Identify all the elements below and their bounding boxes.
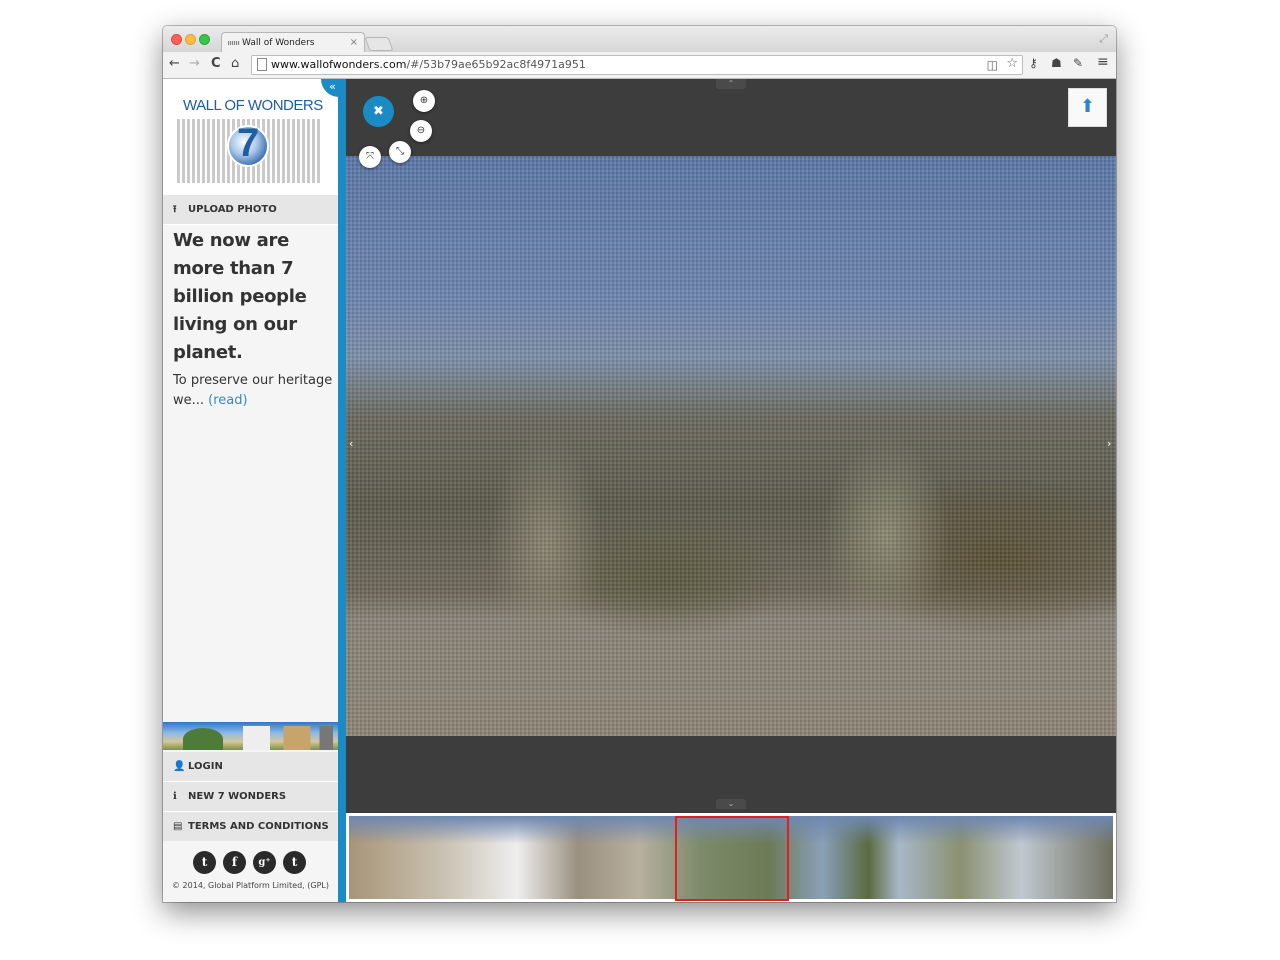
- document-icon: ▤: [173, 821, 183, 832]
- upload-photo-label: UPLOAD PHOTO: [188, 204, 277, 215]
- panorama-image[interactable]: [349, 816, 1113, 901]
- fit-screen-button[interactable]: ⤧: [359, 146, 381, 168]
- key-extension-icon[interactable]: ⚷: [1029, 56, 1038, 70]
- mosaic-image[interactable]: [346, 156, 1116, 736]
- user-icon: 👤: [173, 761, 186, 772]
- intro-text: We now are more than 7 billion people li…: [173, 227, 333, 411]
- evernote-extension-icon[interactable]: ☗: [1051, 56, 1062, 70]
- new7wonders-menu-item[interactable]: ℹ NEW 7 WONDERS: [163, 782, 338, 812]
- mosaic-viewer: ⌃ ✖ ⊕ ⊖ ⤧ ⤡ ⬆ ‹ › ⌄: [346, 79, 1116, 902]
- address-bar[interactable]: www.wallofwonders.com/#/53b79ae65b92ac8f…: [251, 55, 1023, 75]
- bookmark-star-icon[interactable]: ☆: [1006, 55, 1018, 73]
- logo[interactable]: WALL OF WONDERS 7: [163, 79, 338, 195]
- upload-icon: ⭱: [173, 204, 177, 215]
- forward-icon[interactable]: →: [189, 56, 200, 71]
- current-view-indicator[interactable]: [675, 816, 789, 901]
- browser-window: Wall of Wonders × ⤢ ← → C ⌂ www.wallofwo…: [163, 26, 1116, 902]
- copyright: © 2014, Global Platform Limited, (GPL): [172, 881, 329, 890]
- shrink-button[interactable]: ⤡: [389, 141, 411, 163]
- google-plus-icon[interactable]: g⁺: [253, 851, 276, 874]
- reader-icon[interactable]: ◫: [987, 56, 998, 74]
- intro-body-text: To preserve our heritage we...: [173, 373, 333, 408]
- url-path: /#/53b79ae65b92ac8f4971a951: [406, 58, 586, 71]
- intro-body: To preserve our heritage we... (read): [173, 371, 333, 411]
- url-domain: www.wallofwonders.com: [271, 58, 407, 71]
- window-maximize-button[interactable]: [199, 34, 210, 45]
- logo-title: WALL OF WONDERS: [183, 97, 323, 114]
- sidebar: WALL OF WONDERS 7 « ⭱ UPLOAD PHOTO We no…: [163, 79, 346, 902]
- menu-icon[interactable]: ≡: [1097, 54, 1109, 70]
- terms-menu-item[interactable]: ▤ TERMS AND CONDITIONS: [163, 812, 338, 842]
- title-bar: Wall of Wonders × ⤢: [163, 26, 1116, 53]
- facebook-icon[interactable]: f: [223, 851, 246, 874]
- tab-close-icon[interactable]: ×: [350, 33, 358, 53]
- close-button[interactable]: ✖: [363, 96, 394, 127]
- window-close-button[interactable]: [171, 34, 182, 45]
- logo-seven: 7: [237, 121, 260, 165]
- page-icon: [257, 58, 267, 71]
- window-minimize-button[interactable]: [185, 34, 196, 45]
- intro-heading: We now are more than 7 billion people li…: [173, 230, 307, 363]
- home-icon[interactable]: ⌂: [231, 56, 239, 71]
- social-links: t f g⁺ t © 2014, Global Platform Limited…: [163, 841, 338, 902]
- info-icon: ℹ: [173, 791, 177, 802]
- browser-tab[interactable]: Wall of Wonders ×: [221, 32, 365, 53]
- collapse-up-handle[interactable]: ⌃: [716, 79, 746, 89]
- upload-photo-button[interactable]: ⭱ UPLOAD PHOTO: [163, 195, 338, 225]
- tab-title: Wall of Wonders: [242, 38, 315, 48]
- tumblr-icon[interactable]: t: [283, 851, 306, 874]
- twitter-icon[interactable]: t: [193, 851, 216, 874]
- collapse-down-handle[interactable]: ⌄: [716, 799, 746, 809]
- prev-arrow-icon[interactable]: ‹: [349, 437, 353, 450]
- wonders-banner-image: [163, 722, 338, 750]
- zoom-out-button[interactable]: ⊖: [410, 120, 432, 142]
- favicon-icon: [228, 41, 240, 45]
- back-icon[interactable]: ←: [169, 56, 180, 71]
- reload-icon[interactable]: C: [211, 56, 221, 71]
- zoom-in-button[interactable]: ⊕: [413, 90, 435, 112]
- new-tab-button[interactable]: [364, 37, 394, 51]
- panorama-filmstrip[interactable]: [346, 813, 1116, 902]
- terms-label: TERMS AND CONDITIONS: [188, 821, 329, 832]
- page-viewport: WALL OF WONDERS 7 « ⭱ UPLOAD PHOTO We no…: [163, 79, 1116, 902]
- new7wonders-label: NEW 7 WONDERS: [188, 791, 287, 802]
- browser-toolbar: ← → C ⌂ www.wallofwonders.com/#/53b79ae6…: [163, 52, 1116, 79]
- edit-extension-icon[interactable]: ✎: [1073, 56, 1083, 70]
- login-label: LOGIN: [188, 761, 223, 772]
- login-menu-item[interactable]: 👤 LOGIN: [163, 752, 338, 782]
- upload-button[interactable]: ⬆: [1068, 88, 1107, 127]
- url-text: www.wallofwonders.com/#/53b79ae65b92ac8f…: [271, 56, 586, 74]
- fullscreen-icon[interactable]: ⤢: [1099, 32, 1108, 46]
- next-arrow-icon[interactable]: ›: [1107, 437, 1111, 450]
- read-more-link[interactable]: (read): [208, 393, 247, 408]
